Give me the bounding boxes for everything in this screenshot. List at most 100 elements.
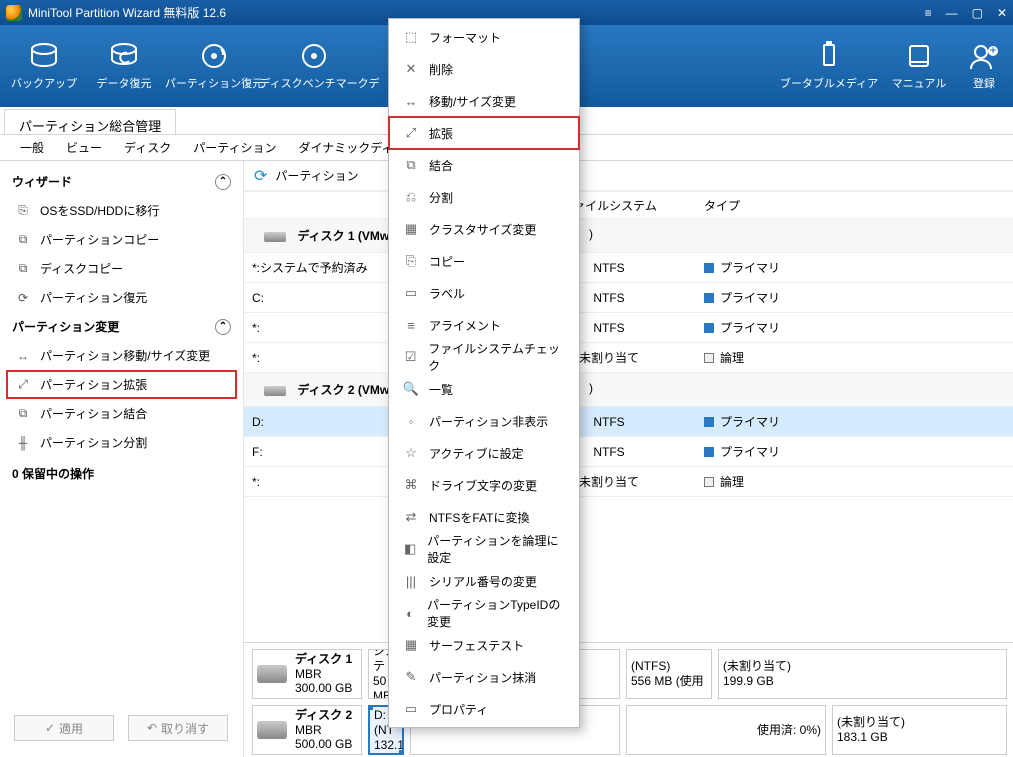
pending-operations: 0 保留中の操作 xyxy=(0,457,243,490)
refresh-icon[interactable]: ⟳ xyxy=(254,166,267,186)
ctx-フォーマット[interactable]: ⬚フォーマット xyxy=(389,21,579,53)
ctx-シリアル番号の変更[interactable]: |||シリアル番号の変更 xyxy=(389,565,579,597)
diskmap-d2-p4[interactable]: (未割り当て)183.1 GB xyxy=(832,705,1007,755)
ctx-ドライブ文字の変更[interactable]: ⌘ドライブ文字の変更 xyxy=(389,469,579,501)
ctx-icon: 🔍 xyxy=(403,381,419,397)
partition-row[interactable]: *:0 B183.07 GB未割り当て論理 xyxy=(244,467,1013,497)
usb-icon xyxy=(812,41,846,71)
disk1-header[interactable]: ディスク 1 (VMw ) xyxy=(244,219,1013,253)
ctx-icon: ↔ xyxy=(403,93,419,109)
ctx-icon: ⤢ xyxy=(403,125,419,141)
ctx-クラスタサイズ変更[interactable]: ▦クラスタサイズ変更 xyxy=(389,213,579,245)
ribbon-truncated[interactable]: デ xyxy=(364,41,384,91)
apply-button[interactable]: ✓適用 xyxy=(14,715,114,741)
ctx-アクティブに設定[interactable]: ☆アクティブに設定 xyxy=(389,437,579,469)
backup-icon xyxy=(27,41,61,71)
disk-icon xyxy=(257,721,287,739)
ctx-プロパティ[interactable]: ▭プロパティ xyxy=(389,693,579,725)
hamburger-icon[interactable]: ≡ xyxy=(925,6,932,20)
diskmap-disk2-label[interactable]: ディスク 2MBR500.00 GB xyxy=(252,705,362,755)
copy-icon: ⧉ xyxy=(14,232,32,248)
ctx-移動/サイズ変更[interactable]: ↔移動/サイズ変更 xyxy=(389,85,579,117)
diskmap-row-1: ディスク 1MBR300.00 GB システ50 MB (NTFS)556 MB… xyxy=(252,649,1007,699)
sidebar-change-header[interactable]: パーティション変更 ⌃ xyxy=(0,312,243,341)
minimize-button[interactable]: — xyxy=(946,6,958,20)
extend-icon: ⤢ xyxy=(14,377,32,393)
ctx-分割[interactable]: ⎌分割 xyxy=(389,181,579,213)
sidebar-merge[interactable]: ⧉パーティション結合 xyxy=(0,399,243,428)
diskmap-row-2: ディスク 2MBR500.00 GB D:(NT132.1 使用済: 0%) (… xyxy=(252,705,1007,755)
ctx-パーティション非表示[interactable]: ◦パーティション非表示 xyxy=(389,405,579,437)
sidebar-disk-copy[interactable]: ⧉ディスクコピー xyxy=(0,254,243,283)
undo-button[interactable]: ↶取り消す xyxy=(128,715,228,741)
close-button[interactable]: ✕ xyxy=(997,6,1007,20)
ctx-結合[interactable]: ⧉結合 xyxy=(389,149,579,181)
menu-partition[interactable]: パーティション xyxy=(183,139,286,156)
ribbon-backup[interactable]: バックアップ xyxy=(4,41,84,91)
ctx-icon: ◧ xyxy=(403,541,417,557)
ctx-icon: ◐ xyxy=(403,605,417,621)
ctx-アライメント[interactable]: ≡アライメント xyxy=(389,309,579,341)
ctx-サーフェステスト[interactable]: ▦サーフェステスト xyxy=(389,629,579,661)
ctx-一覧[interactable]: 🔍一覧 xyxy=(389,373,579,405)
ribbon-manual[interactable]: マニュアル xyxy=(879,41,959,91)
sidebar-split[interactable]: ╫パーティション分割 xyxy=(0,428,243,457)
ribbon-data-recovery[interactable]: データ復元 xyxy=(84,41,164,91)
sidebar-partition-copy[interactable]: ⧉パーティションコピー xyxy=(0,225,243,254)
menu-disk[interactable]: ディスク xyxy=(114,139,181,156)
partition-row[interactable]: *:1 MB96.88 MBNTFSプライマリ xyxy=(244,313,1013,343)
diskmap-d2-p3[interactable]: 使用済: 0%) xyxy=(626,705,826,755)
menu-view[interactable]: ビュー xyxy=(56,139,112,156)
benchmark-icon xyxy=(297,41,331,71)
ribbon-register[interactable]: + 登録 xyxy=(959,41,1009,91)
diskmap-d1-p4[interactable]: (未割り当て)199.9 GB xyxy=(718,649,1007,699)
diskmap-disk1-label[interactable]: ディスク 1MBR300.00 GB xyxy=(252,649,362,699)
app-logo-icon xyxy=(6,5,22,21)
partition-row[interactable]: *:0 B199.94 GB未割り当て論理 xyxy=(244,343,1013,373)
ctx-icon: ▦ xyxy=(403,221,419,237)
diskmap-d1-p3[interactable]: (NTFS)556 MB (使用 xyxy=(626,649,712,699)
ctx-icon: ☆ xyxy=(403,445,419,461)
ctx-icon: ⎌ xyxy=(403,189,419,205)
recovery-icon: ⟳ xyxy=(14,290,32,306)
ctx-パーティションTypeIDの変更[interactable]: ◐パーティションTypeIDの変更 xyxy=(389,597,579,629)
partition-row[interactable]: *:システムで予約済み6 MB23.64 MBNTFSプライマリ xyxy=(244,253,1013,283)
partition-row[interactable]: C:59 GB84.78 GBNTFSプライマリ xyxy=(244,283,1013,313)
migrate-icon: ⎘ xyxy=(14,203,32,219)
sidebar-partition-recovery[interactable]: ⟳パーティション復元 xyxy=(0,283,243,312)
ctx-ファイルシステムチェック[interactable]: ☑ファイルシステムチェック xyxy=(389,341,579,373)
check-icon: ✓ xyxy=(45,721,55,735)
ctx-ラベル[interactable]: ▭ラベル xyxy=(389,277,579,309)
maximize-button[interactable]: ▢ xyxy=(972,6,983,20)
context-menu: ⬚フォーマット✕削除↔移動/サイズ変更⤢拡張⧉結合⎌分割▦クラスタサイズ変更⎘コ… xyxy=(388,18,580,728)
ribbon-disk-benchmark[interactable]: ディスクベンチマーク xyxy=(264,41,364,91)
ribbon-partition-recovery[interactable]: パーティション復元 xyxy=(164,41,264,91)
ctx-パーティション抹消[interactable]: ✎パーティション抹消 xyxy=(389,661,579,693)
ctx-拡張[interactable]: ⤢拡張 xyxy=(389,117,579,149)
ribbon-bootable-media[interactable]: ブータブルメディア xyxy=(779,41,879,91)
refresh-label: パーティション xyxy=(275,167,358,184)
ctx-コピー[interactable]: ⎘コピー xyxy=(389,245,579,277)
chevron-up-icon: ⌃ xyxy=(215,174,231,190)
book-icon xyxy=(902,41,936,71)
partition-row[interactable]: D:8 MB132.02 GBNTFSプライマリ xyxy=(244,407,1013,437)
menu-general[interactable]: 一般 xyxy=(10,139,54,156)
ctx-icon: ◦ xyxy=(403,413,419,429)
undo-icon: ↶ xyxy=(147,721,157,735)
col-type: タイプ xyxy=(674,197,824,214)
tab-partition-management[interactable]: パーティション総合管理 xyxy=(4,109,176,134)
ctx-icon: ⎘ xyxy=(403,253,419,269)
disk2-header[interactable]: ディスク 2 (VMw ) xyxy=(244,373,1013,407)
disk-icon xyxy=(264,232,286,242)
generic-icon xyxy=(357,41,391,71)
ctx-パーティションを論理に設定[interactable]: ◧パーティションを論理に設定 xyxy=(389,533,579,565)
sidebar-migrate-os[interactable]: ⎘OSをSSD/HDDに移行 xyxy=(0,196,243,225)
partition-row[interactable]: F:0 MB184.74 GBNTFSプライマリ xyxy=(244,437,1013,467)
sidebar-extend[interactable]: ⤢パーティション拡張 xyxy=(6,370,237,399)
ctx-icon: ✕ xyxy=(403,61,419,77)
sidebar-wizard-header[interactable]: ウィザード ⌃ xyxy=(0,167,243,196)
ctx-NTFSをFATに変換[interactable]: ⇄NTFSをFATに変換 xyxy=(389,501,579,533)
main-panel: ⟳ パーティション 済 未使用 ファイルシステム タイプ ディスク 1 (VMw… xyxy=(244,161,1013,757)
ctx-削除[interactable]: ✕削除 xyxy=(389,53,579,85)
sidebar-move-resize[interactable]: ↔パーティション移動/サイズ変更 xyxy=(0,341,243,370)
